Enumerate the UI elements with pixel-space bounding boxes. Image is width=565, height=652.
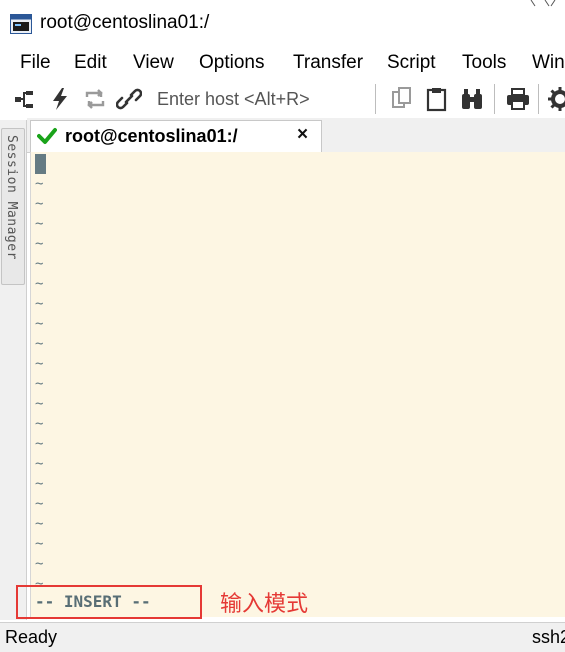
empty-line-marker: ~ bbox=[35, 436, 44, 452]
empty-line-markers: ~ ~ ~ ~ ~ ~ ~ ~ ~ ~ ~ ~ ~ ~ ~ ~ ~ ~ ~ ~ ~ bbox=[35, 174, 51, 594]
menu-bar: File Edit View Options Transfer Script T… bbox=[0, 44, 565, 82]
empty-line-marker: ~ bbox=[35, 356, 44, 372]
paste-icon[interactable] bbox=[424, 86, 450, 112]
status-bar: Ready ssh2 bbox=[0, 622, 565, 652]
empty-line-marker: ~ bbox=[35, 476, 44, 492]
toolbar bbox=[0, 82, 565, 118]
menu-view[interactable]: View bbox=[133, 52, 174, 74]
empty-line-marker: ~ bbox=[35, 376, 44, 392]
empty-line-marker: ~ bbox=[35, 456, 44, 472]
close-tab-button[interactable]: × bbox=[297, 124, 308, 146]
menu-window[interactable]: Win bbox=[532, 52, 565, 74]
annotation-highlight-box bbox=[16, 585, 202, 619]
empty-line-marker: ~ bbox=[35, 276, 44, 292]
menu-script[interactable]: Script bbox=[387, 52, 436, 74]
annotation-label: 输入模式 bbox=[220, 592, 309, 617]
session-tab[interactable]: root@centoslina01:/ × bbox=[30, 120, 322, 152]
empty-line-marker: ~ bbox=[35, 516, 44, 532]
empty-line-marker: ~ bbox=[35, 396, 44, 412]
status-text: Ready bbox=[5, 627, 58, 647]
menu-options[interactable]: Options bbox=[199, 52, 264, 74]
empty-line-marker: ~ bbox=[35, 236, 44, 252]
print-icon[interactable] bbox=[505, 86, 531, 112]
lightning-icon[interactable] bbox=[47, 86, 73, 112]
empty-line-marker: ~ bbox=[35, 176, 44, 192]
empty-line-marker: ~ bbox=[35, 496, 44, 512]
empty-line-marker: ~ bbox=[35, 296, 44, 312]
text-cursor bbox=[35, 154, 46, 174]
terminal-area[interactable]: ~ ~ ~ ~ ~ ~ ~ ~ ~ ~ ~ ~ ~ ~ ~ ~ ~ ~ ~ ~ ~ -- INSERT -- bbox=[30, 152, 565, 617]
protocol-indicator: ssh2 bbox=[532, 627, 565, 647]
toolbar-separator bbox=[538, 84, 539, 114]
empty-line-marker: ~ bbox=[35, 556, 44, 572]
empty-line-marker: ~ bbox=[35, 256, 44, 272]
menu-tools[interactable]: Tools bbox=[462, 52, 506, 74]
toolbar-separator bbox=[375, 84, 376, 114]
title-bar: root@centoslina01:/ bbox=[0, 0, 565, 44]
empty-line-marker: ~ bbox=[35, 416, 44, 432]
toolbar-separator bbox=[494, 84, 495, 114]
app-icon bbox=[10, 14, 32, 34]
empty-line-marker: ~ bbox=[35, 196, 44, 212]
menu-transfer[interactable]: Transfer bbox=[293, 52, 363, 74]
window-controls-fragment[interactable] bbox=[525, 0, 565, 8]
tab-strip: root@centoslina01:/ × bbox=[27, 118, 565, 153]
empty-line-marker: ~ bbox=[35, 216, 44, 232]
empty-line-marker: ~ bbox=[35, 336, 44, 352]
session-manager-label: Session Manager bbox=[4, 135, 19, 260]
session-manager-tab[interactable]: Session Manager bbox=[1, 128, 25, 285]
tab-label: root@centoslina01:/ bbox=[65, 126, 238, 146]
find-binoculars-icon[interactable] bbox=[459, 86, 485, 112]
menu-file[interactable]: File bbox=[20, 52, 51, 74]
copy-icon[interactable] bbox=[389, 86, 415, 112]
host-input[interactable] bbox=[150, 86, 367, 112]
empty-line-marker: ~ bbox=[35, 316, 44, 332]
empty-line-marker: ~ bbox=[35, 536, 44, 552]
menu-edit[interactable]: Edit bbox=[74, 52, 107, 74]
settings-icon[interactable] bbox=[547, 86, 565, 112]
connected-check-icon bbox=[37, 128, 57, 144]
connect-tree-icon[interactable] bbox=[12, 86, 38, 112]
window-title: root@centoslina01:/ bbox=[40, 12, 210, 33]
link-icon[interactable] bbox=[116, 86, 142, 112]
reconnect-icon[interactable] bbox=[82, 86, 108, 112]
